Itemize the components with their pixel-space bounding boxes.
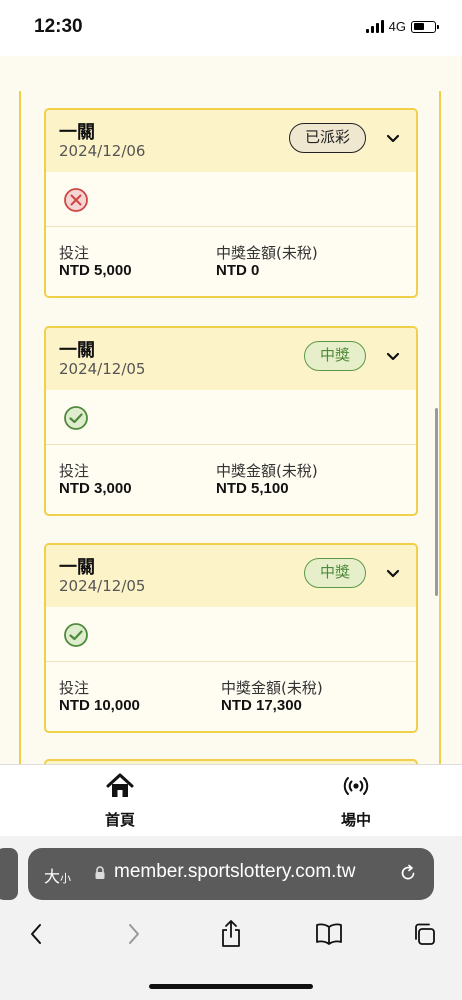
stake-value: NTD 3,000 <box>59 480 132 497</box>
address-bar[interactable]: 大小 member.sportslottery.com.tw <box>28 848 434 900</box>
bet-card-header[interactable]: 一關 2024/12/06 已派彩 <box>46 110 416 172</box>
result-row <box>46 172 416 227</box>
result-row <box>46 390 416 445</box>
prize-value: NTD 0 <box>216 262 260 279</box>
status-indicators: 4G <box>365 19 439 34</box>
share-button[interactable] <box>211 914 251 954</box>
reload-icon[interactable] <box>398 863 418 883</box>
prize-block: 中獎金額(未稅) NTD 17,300 <box>221 679 323 715</box>
browser-chrome: 大小 member.sportslottery.com.tw <box>0 836 462 1000</box>
tab-live-label: 場中 <box>340 811 371 829</box>
broadcast-icon <box>343 777 369 795</box>
lost-x-icon <box>64 188 88 212</box>
bottom-tab-bar: 首頁 場中 <box>0 764 462 836</box>
tab-home[interactable]: 首頁 <box>80 773 160 830</box>
text-size-large: 大 <box>44 867 61 886</box>
bet-date: 2024/12/06 <box>59 142 146 160</box>
back-icon <box>31 924 41 944</box>
status-bar: 12:30 4G <box>0 0 462 56</box>
prize-value: NTD 5,100 <box>216 480 289 497</box>
bookmarks-button[interactable] <box>309 914 349 954</box>
browser-toolbar <box>0 914 462 964</box>
book-icon <box>316 923 342 945</box>
chevron-down-icon[interactable] <box>384 347 402 365</box>
stake-label: 投注 <box>59 462 90 480</box>
stake-label: 投注 <box>59 244 90 262</box>
forward-icon <box>129 924 139 944</box>
stake-block: 投注 NTD 5,000 <box>59 244 132 280</box>
url-text: member.sportslottery.com.tw <box>114 861 356 882</box>
content-border <box>439 91 441 764</box>
prize-block: 中獎金額(未稅) NTD 5,100 <box>216 462 318 498</box>
bet-card[interactable]: 一關 2024/12/05 中獎 投注 NTD 3,000 中獎金額(未稅) N… <box>44 326 418 516</box>
stake-block: 投注 NTD 10,000 <box>59 679 140 715</box>
stake-value: NTD 5,000 <box>59 262 132 279</box>
back-button[interactable] <box>16 914 56 954</box>
text-size-button[interactable]: 大小 <box>44 863 71 887</box>
amounts-row: 投注 NTD 10,000 中獎金額(未稅) NTD 17,300 <box>46 662 416 731</box>
status-badge: 中獎 <box>303 341 366 371</box>
tabs-icon <box>415 923 435 945</box>
bet-type: 一關 <box>59 557 95 578</box>
previous-tab-preview[interactable] <box>0 848 18 900</box>
result-row <box>46 607 416 662</box>
tab-live[interactable]: 場中 <box>316 773 396 830</box>
scrollbar[interactable] <box>435 408 438 596</box>
bet-card[interactable]: 一關 2024/12/06 已派彩 投注 NTD 5,000 中獎金額(未稅) … <box>44 108 418 298</box>
bet-date: 2024/12/05 <box>59 577 146 595</box>
prize-block: 中獎金額(未稅) NTD 0 <box>216 244 318 280</box>
bet-card[interactable]: 一關 2024/12/05 中獎 投注 NTD 10,000 中獎金額(未稅) … <box>44 543 418 733</box>
won-check-icon <box>64 623 88 647</box>
text-size-small: 小 <box>60 872 72 885</box>
chevron-down-icon[interactable] <box>384 129 402 147</box>
forward-button[interactable] <box>114 914 154 954</box>
bet-history-page: 一關 2024/12/06 已派彩 投注 NTD 5,000 中獎金額(未稅) … <box>0 56 462 764</box>
bet-date: 2024/12/05 <box>59 360 146 378</box>
chevron-down-icon[interactable] <box>384 564 402 582</box>
bet-type: 一關 <box>59 122 95 143</box>
status-time: 12:30 <box>34 16 83 37</box>
won-check-icon <box>64 406 88 430</box>
lock-icon <box>95 866 105 879</box>
tabs-button[interactable] <box>404 914 444 954</box>
prize-label: 中獎金額(未稅) <box>216 462 318 480</box>
content-border <box>19 91 21 764</box>
stake-value: NTD 10,000 <box>59 697 140 714</box>
bet-card-header[interactable]: 一關 2024/12/05 中獎 <box>46 545 416 607</box>
network-type: 4G <box>388 19 406 34</box>
share-icon <box>222 920 240 947</box>
stake-block: 投注 NTD 3,000 <box>59 462 132 498</box>
amounts-row: 投注 NTD 5,000 中獎金額(未稅) NTD 0 <box>46 227 416 296</box>
home-icon <box>106 773 134 797</box>
prize-label: 中獎金額(未稅) <box>221 679 323 697</box>
signal-icon <box>365 20 384 33</box>
bet-type: 一關 <box>59 340 95 361</box>
battery-icon <box>411 20 439 33</box>
bet-card-header[interactable]: 一關 2024/12/05 中獎 <box>46 328 416 390</box>
tab-home-label: 首頁 <box>104 811 135 829</box>
status-badge: 中獎 <box>303 558 366 588</box>
amounts-row: 投注 NTD 3,000 中獎金額(未稅) NTD 5,100 <box>46 445 416 514</box>
prize-value: NTD 17,300 <box>221 697 302 714</box>
prize-label: 中獎金額(未稅) <box>216 244 318 262</box>
status-badge: 已派彩 <box>288 123 366 153</box>
stake-label: 投注 <box>59 679 90 697</box>
home-indicator <box>149 984 313 989</box>
